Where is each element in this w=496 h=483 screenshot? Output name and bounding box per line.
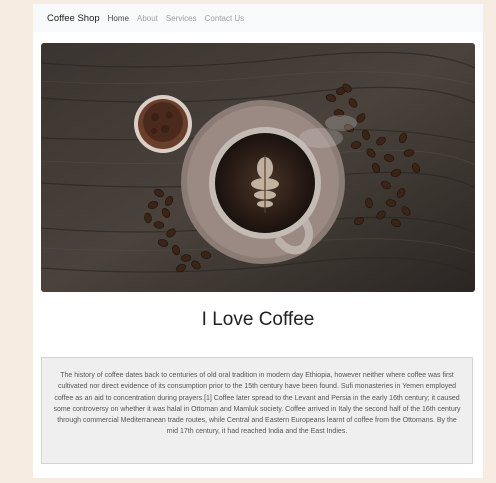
nav-link-about[interactable]: About bbox=[137, 14, 158, 23]
history-paragraph: The history of coffee dates back to cent… bbox=[53, 372, 461, 436]
history-textbox: The history of coffee dates back to cent… bbox=[41, 357, 473, 464]
muffin bbox=[134, 95, 192, 153]
hero-image bbox=[41, 43, 475, 292]
nav-link-contact-us[interactable]: Contact Us bbox=[205, 14, 245, 23]
nav-link-services[interactable]: Services bbox=[166, 14, 197, 23]
coffee-cup-image bbox=[41, 43, 475, 292]
page-heading: I Love Coffee bbox=[201, 309, 315, 330]
page-container: Coffee Shop Home About Services Contact … bbox=[33, 4, 483, 478]
nav-link-home[interactable]: Home bbox=[108, 14, 129, 23]
brand-link[interactable]: Coffee Shop bbox=[47, 13, 100, 24]
navbar: Coffee Shop Home About Services Contact … bbox=[33, 4, 483, 32]
coffee-cup bbox=[181, 100, 345, 264]
